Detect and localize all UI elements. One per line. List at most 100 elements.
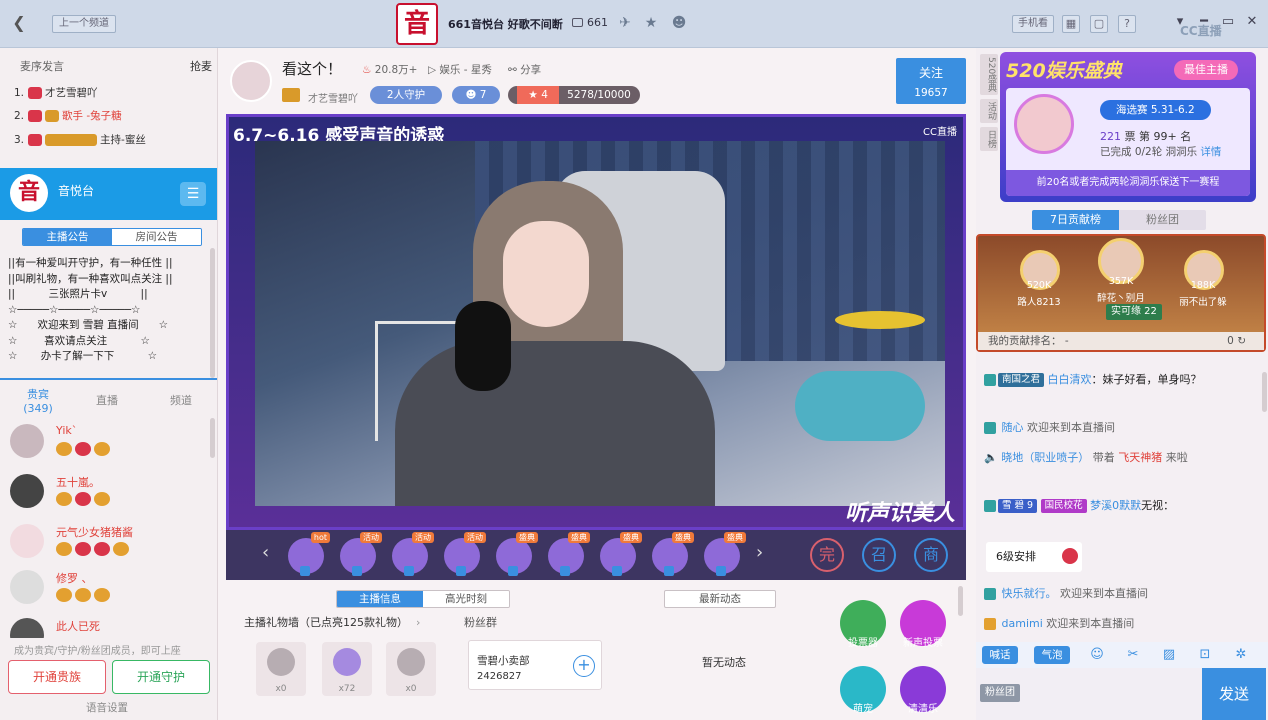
image-icon[interactable]: ▨: [1160, 646, 1178, 664]
plane-icon[interactable]: ✈: [616, 14, 634, 32]
grid-icon[interactable]: ▦: [1062, 15, 1080, 33]
chevron-left-icon[interactable]: ‹: [262, 542, 269, 563]
bubble-button[interactable]: 气泡: [1034, 646, 1070, 664]
event-task: 已完成 0/2轮 洞洞乐 详情: [1100, 146, 1222, 158]
wall-gift[interactable]: x0: [256, 642, 306, 696]
list-item[interactable]: 元气少女猪猪酱: [10, 522, 210, 572]
chat-username[interactable]: 晓地（职业喷子）: [1001, 451, 1089, 464]
tab-fan-club[interactable]: 粉丝团: [1119, 210, 1206, 230]
notice-scrollbar[interactable]: [210, 248, 215, 378]
settings-icon[interactable]: ✲: [1232, 646, 1250, 664]
mic-rank-item[interactable]: 1. 才艺雪碧吖: [14, 84, 98, 102]
back-icon[interactable]: ❮: [10, 14, 28, 32]
fan-club-tag[interactable]: 粉丝团: [980, 684, 1020, 702]
summon-tool-button[interactable]: 召: [862, 538, 896, 572]
menu-icon[interactable]: ☰: [180, 182, 206, 206]
list-item[interactable]: Yik`: [10, 422, 210, 472]
open-guard-button[interactable]: 开通守护: [112, 660, 210, 694]
chat-username[interactable]: 白白清欢: [1048, 373, 1092, 386]
close-icon[interactable]: ✕: [1244, 14, 1260, 30]
best-anchor-button[interactable]: 最佳主播: [1174, 60, 1238, 80]
star-icon[interactable]: ★: [642, 14, 660, 32]
chat-username[interactable]: 快乐就行。: [1002, 587, 1057, 600]
tab-anchor-info[interactable]: 主播信息: [337, 591, 423, 607]
gift-item[interactable]: 活动: [392, 532, 434, 576]
fans-pill[interactable]: ☻ 7: [452, 86, 500, 104]
plus-icon[interactable]: +: [573, 655, 595, 677]
list-item[interactable]: 五十嵐。: [10, 472, 210, 522]
send-button[interactable]: 发送: [1202, 668, 1266, 720]
guards-pill[interactable]: 2人守护: [370, 86, 442, 104]
side-tab[interactable]: 活动: [980, 99, 998, 124]
tab-anchor-notice[interactable]: 主播公告: [23, 229, 112, 245]
shout-button[interactable]: 喊话: [982, 646, 1018, 664]
gift-item[interactable]: 活动: [444, 532, 486, 576]
detail-link[interactable]: 详情: [1200, 146, 1221, 158]
minimize-icon[interactable]: ▾: [1172, 14, 1188, 30]
restore-icon[interactable]: ━: [1196, 14, 1212, 30]
gift-item[interactable]: hot: [288, 532, 330, 576]
users-icon[interactable]: ☻: [670, 14, 688, 32]
wall-gift[interactable]: x72: [322, 642, 372, 696]
chat-message[interactable]: 雪 碧 9 国民校花 梦溪0默默无视：: [984, 496, 1254, 515]
side-tab[interactable]: 日榜: [980, 127, 998, 152]
tab-room-notice[interactable]: 房间公告: [112, 229, 201, 245]
chat-scrollbar[interactable]: [1262, 372, 1267, 412]
list-item[interactable]: 修罗 、: [10, 568, 210, 618]
tab-channel[interactable]: 频道: [170, 392, 192, 408]
side-tab[interactable]: 520盛典: [980, 54, 998, 96]
chat-message[interactable]: 快乐就行。 欢迎来到本直播间: [984, 584, 1254, 603]
finish-tool-button[interactable]: 完: [810, 538, 844, 572]
grab-mic-button[interactable]: 抢麦: [190, 58, 212, 74]
gift-item[interactable]: 盛典: [600, 532, 642, 576]
gift-item[interactable]: 活动: [340, 532, 382, 576]
gift-item[interactable]: 盛典: [496, 532, 538, 576]
tab-7day-contrib[interactable]: 7日贡献榜: [1032, 210, 1119, 230]
chevron-right-icon[interactable]: ›: [756, 542, 763, 563]
voice-settings-button[interactable]: 语音设置: [86, 700, 128, 715]
wall-gift[interactable]: x0: [386, 642, 436, 696]
channel-card[interactable]: 音 音悦台 ☰: [0, 168, 217, 220]
audience-scrollbar[interactable]: [210, 418, 215, 458]
chat-message[interactable]: 🔈 晓地（职业喷子） 带着 飞天神猪 来啦: [984, 448, 1254, 467]
list-item[interactable]: 此人已死: [10, 616, 210, 638]
event-banner[interactable]: 520娱乐盛典 最佳主播 海选赛 5.31-6.2 221 票 第 99+ 名 …: [1000, 52, 1256, 202]
prev-channel-button[interactable]: 上一个频道: [52, 15, 116, 33]
info-scrollbar[interactable]: [958, 586, 963, 616]
fan-group-card[interactable]: 雪碧小卖部 2426827 +: [468, 640, 602, 690]
tab-vip[interactable]: 贵宾 (349): [20, 386, 56, 415]
lock-icon[interactable]: ⊡: [1196, 646, 1214, 664]
window-icon[interactable]: ▢: [1090, 15, 1108, 33]
tab-live[interactable]: 直播: [96, 392, 118, 408]
mobile-watch-button[interactable]: 手机看: [1012, 15, 1054, 33]
chat-username[interactable]: damimi: [1002, 617, 1043, 630]
mic-rank-item[interactable]: 3. 主持-蜜丝: [14, 131, 146, 149]
gift-item[interactable]: 盛典: [548, 532, 590, 576]
chat-message[interactable]: 随心 欢迎来到本直播间: [984, 418, 1254, 437]
chat-message[interactable]: 南国之君 白白清欢：妹子好看，单身吗？: [984, 370, 1254, 389]
maximize-icon[interactable]: ▭: [1220, 14, 1236, 30]
scissors-icon[interactable]: ✂: [1124, 646, 1142, 664]
chat-input[interactable]: 粉丝团: [976, 668, 1200, 720]
mic-rank-item[interactable]: 2. 歌手 -兔子糖: [14, 107, 122, 125]
shop-tool-button[interactable]: 商: [914, 538, 948, 572]
help-icon[interactable]: ?: [1118, 15, 1136, 33]
event-stats: 221 票 第 99+ 名: [1100, 130, 1192, 143]
share-meta[interactable]: ⚯ 分享: [508, 62, 541, 77]
open-vip-button[interactable]: 开通贵族: [8, 660, 106, 694]
video-player[interactable]: 6.7~6.16 感受声音的诱惑 CC直播 听声识美人: [226, 114, 966, 530]
category-meta[interactable]: ▷ 娱乐 - 星秀: [428, 62, 492, 77]
tab-highlights[interactable]: 高光时刻: [423, 591, 509, 607]
latest-news-header[interactable]: 最新动态: [664, 590, 776, 608]
chat-message[interactable]: damimi 欢迎来到本直播间: [984, 614, 1254, 633]
gift-wall-title[interactable]: 主播礼物墙（已点亮125款礼物） ›: [244, 614, 420, 630]
anchor-avatar[interactable]: [230, 60, 272, 102]
gift-icon: [267, 648, 295, 676]
chat-username[interactable]: 随心: [1002, 421, 1024, 434]
chat-username[interactable]: 梦溪0默默: [1090, 499, 1141, 512]
follow-button[interactable]: 关注 19657: [896, 58, 966, 104]
gift-item[interactable]: 盛典: [704, 532, 746, 576]
emoji-icon[interactable]: ☺: [1088, 646, 1106, 664]
gift-item[interactable]: 盛典: [652, 532, 694, 576]
rank-name: 歌手 -兔子糖: [62, 110, 122, 122]
